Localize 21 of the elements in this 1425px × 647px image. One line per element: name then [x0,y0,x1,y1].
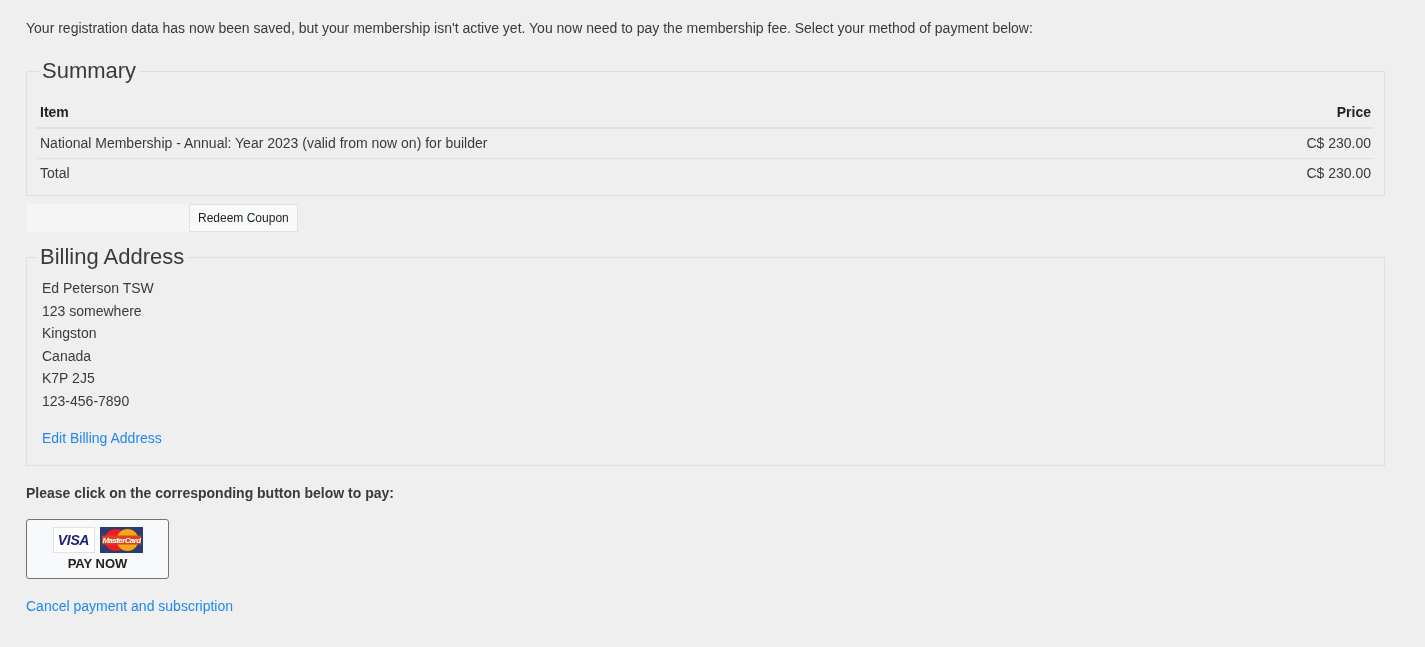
address-line: Ed Peterson TSW [42,279,154,298]
column-header: Item [40,104,69,120]
billing-legend: Billing Address [37,242,188,272]
pay-now-button[interactable]: VISA MasterCard PAY NOW [26,519,169,579]
coupon-field[interactable] [26,204,189,232]
card-logo: VISA [52,526,95,553]
pay-prompt: Please click on the corresponding button below to pay: [26,484,394,503]
address-line: 123-456-7890 [42,391,130,411]
intro-text: Your registration data has now been saved, but your membership isn't active yet. You now need to pay the membership fee. Select your method of payment below: [26,19,1033,38]
address-line: 123 somewhere [42,301,142,321]
address-line: K7P 2J5 [42,369,95,388]
address-line: Kingston [42,324,97,343]
table-cell: C$ 230.00 [1306,164,1371,181]
redeem-coupon-button[interactable]: Redeem Coupon [189,204,298,232]
card-logo: MasterCard [99,526,143,553]
address-line: Canada [42,346,92,366]
summary-legend: Summary [39,56,140,86]
table-cell: C$ 230.00 [1306,134,1371,151]
table-cell: National Membership - Annual: Year 2023 (valid from now on) for builder [40,134,488,151]
table-cell: Total [40,164,70,181]
column-header: Price [1336,104,1371,120]
